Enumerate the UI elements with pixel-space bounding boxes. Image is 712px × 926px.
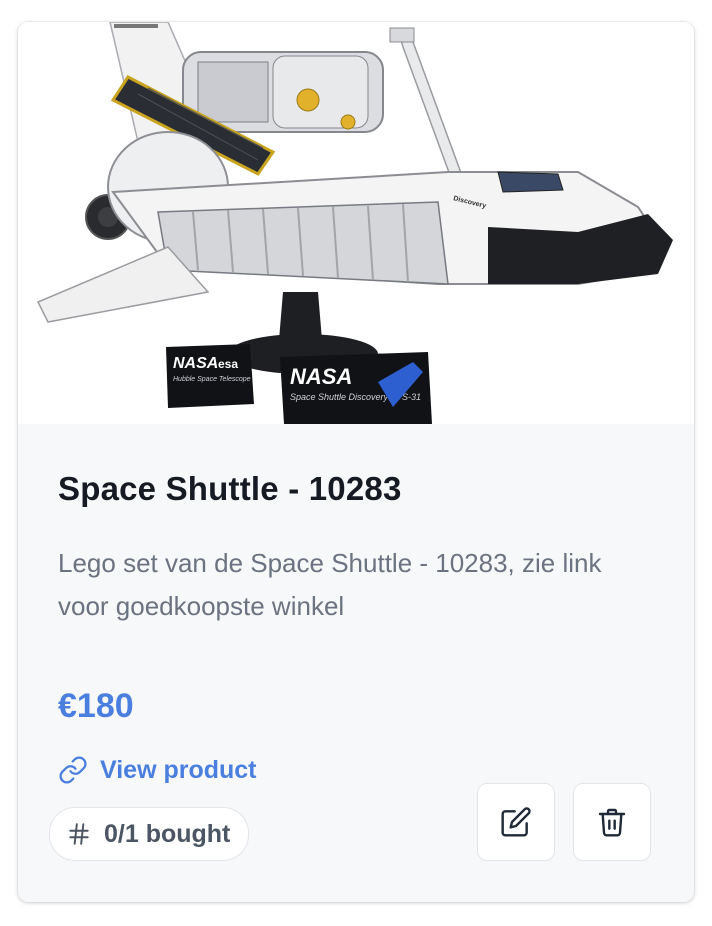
edit-icon (500, 806, 532, 838)
plaque-right-logo: NASA (290, 364, 352, 389)
space-shuttle-image: NASA esa Hubble Space Telescope NASA Spa… (36, 22, 673, 424)
wishlist-card: NASA esa Hubble Space Telescope NASA Spa… (18, 22, 694, 902)
edit-button[interactable] (477, 783, 555, 861)
product-price: €180 (58, 687, 134, 725)
link-icon (58, 755, 88, 785)
plaque-left-subtitle: Hubble Space Telescope (173, 376, 251, 383)
product-image: NASA esa Hubble Space Telescope NASA Spa… (18, 22, 694, 424)
hash-icon (66, 821, 92, 847)
view-product-link[interactable]: View product (58, 755, 257, 785)
delete-button[interactable] (573, 783, 651, 861)
trash-icon (596, 806, 628, 838)
product-description: Lego set van de Space Shuttle - 10283, z… (58, 548, 602, 621)
product-title: Space Shuttle - 10283 (58, 470, 402, 507)
bought-count-badge: 0/1 bought (49, 807, 250, 861)
view-product-label: View product (100, 755, 257, 784)
plaque-left-logo: NASA (173, 355, 218, 372)
bought-count-label: 0/1 bought (104, 819, 231, 848)
plaque-left-agency: esa (218, 357, 238, 371)
